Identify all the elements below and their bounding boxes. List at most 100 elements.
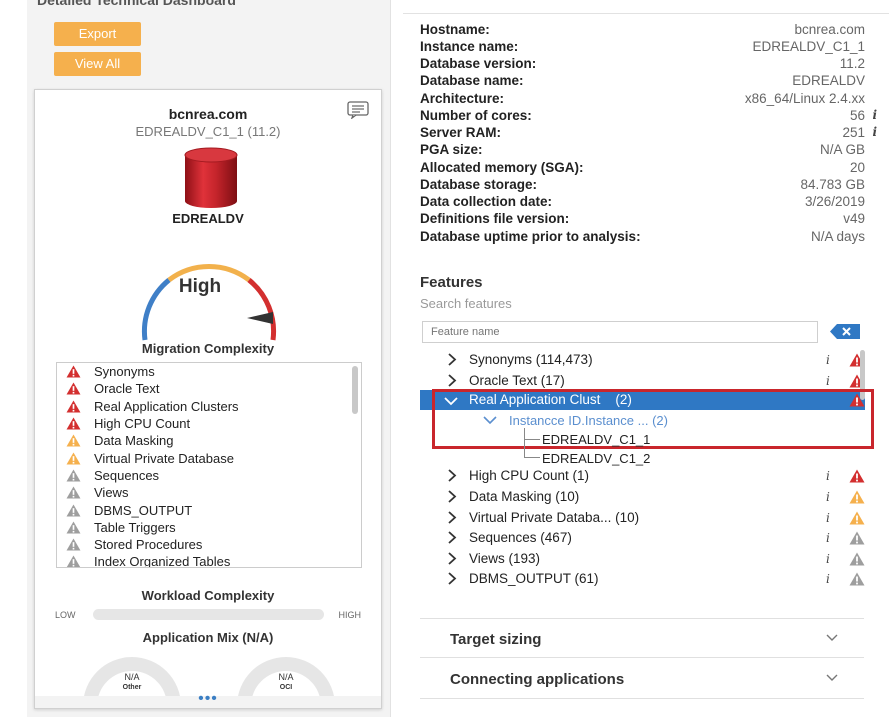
migration-item[interactable]: Synonyms: [57, 363, 361, 380]
view-all-button[interactable]: View All: [54, 52, 141, 76]
card-hostname: bcnrea.com: [168, 106, 248, 122]
instance-leaf[interactable]: EDREALDV_C1_2: [542, 451, 650, 466]
feature-node-label: Synonyms (114,473): [469, 352, 593, 367]
features-subtitle: Search features: [420, 296, 512, 311]
chevron-right-icon[interactable]: [447, 572, 457, 585]
info-row: Hostname: bcnrea.com: [420, 22, 865, 39]
migration-item[interactable]: Table Triggers: [57, 519, 361, 536]
connecting-applications-accordion[interactable]: Connecting applications: [420, 659, 864, 699]
migration-item[interactable]: Oracle Text: [57, 380, 361, 397]
info-icon[interactable]: i: [826, 469, 830, 483]
feature-node[interactable]: DBMS_OUTPUT (61) i: [420, 569, 865, 589]
chevron-right-icon[interactable]: [447, 552, 457, 565]
feature-node[interactable]: Virtual Private Databa... (10) i: [420, 508, 865, 528]
info-icon[interactable]: i: [872, 108, 877, 122]
info-row: Number of cores: 56 i: [420, 108, 877, 125]
migration-item[interactable]: Sequences: [57, 467, 361, 484]
severity-icon: [849, 531, 865, 545]
list-scrollbar[interactable]: [352, 366, 358, 414]
chevron-right-icon[interactable]: [447, 353, 457, 366]
donut-other-label: Other: [122, 684, 142, 691]
clear-search-icon[interactable]: [830, 324, 860, 339]
migration-item-label: Synonyms: [94, 364, 155, 380]
feature-node[interactable]: Synonyms (114,473) i: [420, 350, 865, 370]
migration-item[interactable]: Stored Procedures: [57, 536, 361, 553]
dashboard-title: Detailed Technical Dashboard: [37, 0, 236, 8]
info-label: Server RAM:: [420, 125, 502, 140]
migration-item-label: Real Application Clusters: [94, 398, 239, 414]
workload-complexity-title: Workload Complexity: [141, 588, 275, 603]
feature-node[interactable]: Sequences (467) i: [420, 528, 865, 548]
migration-item[interactable]: Real Application Clusters: [57, 398, 361, 415]
info-icon[interactable]: i: [826, 374, 830, 388]
info-icon[interactable]: i: [826, 572, 830, 586]
instance-leaf[interactable]: EDREALDV_C1_1: [542, 432, 650, 447]
migration-item[interactable]: Index Organized Tables: [57, 553, 361, 567]
note-icon[interactable]: [347, 101, 369, 119]
workload-low-label: LOW: [55, 610, 76, 620]
severity-icon: [849, 572, 865, 586]
left-panel: Detailed Technical Dashboard Export View…: [27, 0, 391, 717]
chevron-right-icon[interactable]: [447, 511, 457, 524]
warning-icon: [66, 417, 81, 430]
feature-node-label: DBMS_OUTPUT (61): [469, 571, 599, 586]
info-label: Instance name:: [420, 39, 519, 54]
migration-item-label: DBMS_OUTPUT: [94, 502, 193, 518]
info-label: Definitions file version:: [420, 211, 570, 226]
info-label: Database name:: [420, 73, 524, 88]
migration-item[interactable]: Views: [57, 484, 361, 501]
migration-item[interactable]: High CPU Count: [57, 415, 361, 432]
info-row: Database storage: 84.783 GB: [420, 177, 865, 194]
features-tree[interactable]: Synonyms (114,473) i Oracle Text (17) i Real…: [420, 350, 865, 596]
migration-item-label: Virtual Private Database: [94, 450, 234, 466]
info-value: EDREALDV_C1_1: [752, 39, 865, 54]
info-label: Number of cores:: [420, 108, 532, 123]
info-row: Definitions file version: v49: [420, 211, 865, 228]
migration-complexity-title: Migration Complexity: [141, 341, 275, 356]
info-label: Database version:: [420, 56, 537, 71]
severity-icon: [849, 552, 865, 566]
export-button[interactable]: Export: [54, 22, 141, 46]
database-summary-card: bcnrea.com EDREALDV_C1_1 (11.2) EDREALDV: [34, 89, 382, 709]
more-dots-icon[interactable]: •••: [35, 691, 381, 708]
info-row: Database uptime prior to analysis: N/A da…: [420, 229, 865, 246]
info-icon[interactable]: i: [826, 531, 830, 545]
chevron-right-icon[interactable]: [447, 469, 457, 482]
info-icon[interactable]: i: [826, 511, 830, 525]
chevron-right-icon[interactable]: [447, 374, 457, 387]
feature-node[interactable]: Views (193) i: [420, 549, 865, 569]
chevron-down-icon[interactable]: [483, 416, 497, 425]
migration-item[interactable]: Virtual Private Database: [57, 449, 361, 466]
warning-icon: [66, 452, 81, 465]
warning-icon: [67, 555, 80, 567]
info-icon[interactable]: i: [826, 552, 830, 566]
chevron-right-icon[interactable]: [447, 531, 457, 544]
warning-icon: [66, 538, 81, 551]
info-value: bcnrea.com: [794, 22, 865, 37]
feature-node-label: High CPU Count (1): [469, 468, 590, 483]
feature-node[interactable]: Data Masking (10) i: [420, 487, 865, 507]
info-row: Architecture: x86_64/Linux 2.4.xx: [420, 91, 865, 108]
feature-node[interactable]: High CPU Count (1) i: [420, 466, 865, 486]
migration-item[interactable]: DBMS_OUTPUT: [57, 501, 361, 518]
chevron-right-icon[interactable]: [447, 490, 457, 503]
info-icon[interactable]: i: [826, 353, 830, 367]
gauge-needle: [247, 312, 273, 324]
card-instance: EDREALDV_C1_1 (11.2): [135, 124, 281, 139]
workload-high-label: HIGH: [338, 610, 362, 620]
connecting-applications-label: Connecting applications: [450, 671, 625, 688]
migration-complexity-list[interactable]: Synonyms Oracle Text Real Application Clus…: [56, 362, 362, 568]
info-label: Hostname:: [420, 22, 490, 37]
severity-icon: [849, 511, 865, 525]
info-row: Database name: EDREALDV: [420, 73, 865, 90]
feature-node-label: Virtual Private Databa... (10): [469, 510, 640, 525]
migration-item-label: Sequences: [94, 467, 160, 483]
feature-search-input[interactable]: [422, 321, 818, 343]
warning-icon: [66, 434, 81, 447]
migration-item[interactable]: Data Masking: [57, 432, 361, 449]
feature-node[interactable]: Oracle Text (17) i: [420, 371, 865, 391]
info-icon[interactable]: i: [826, 490, 830, 504]
target-sizing-accordion[interactable]: Target sizing: [420, 618, 864, 658]
info-icon[interactable]: i: [872, 125, 877, 139]
instance-id-node[interactable]: Instancce ID.Instance ... (2): [509, 413, 668, 428]
